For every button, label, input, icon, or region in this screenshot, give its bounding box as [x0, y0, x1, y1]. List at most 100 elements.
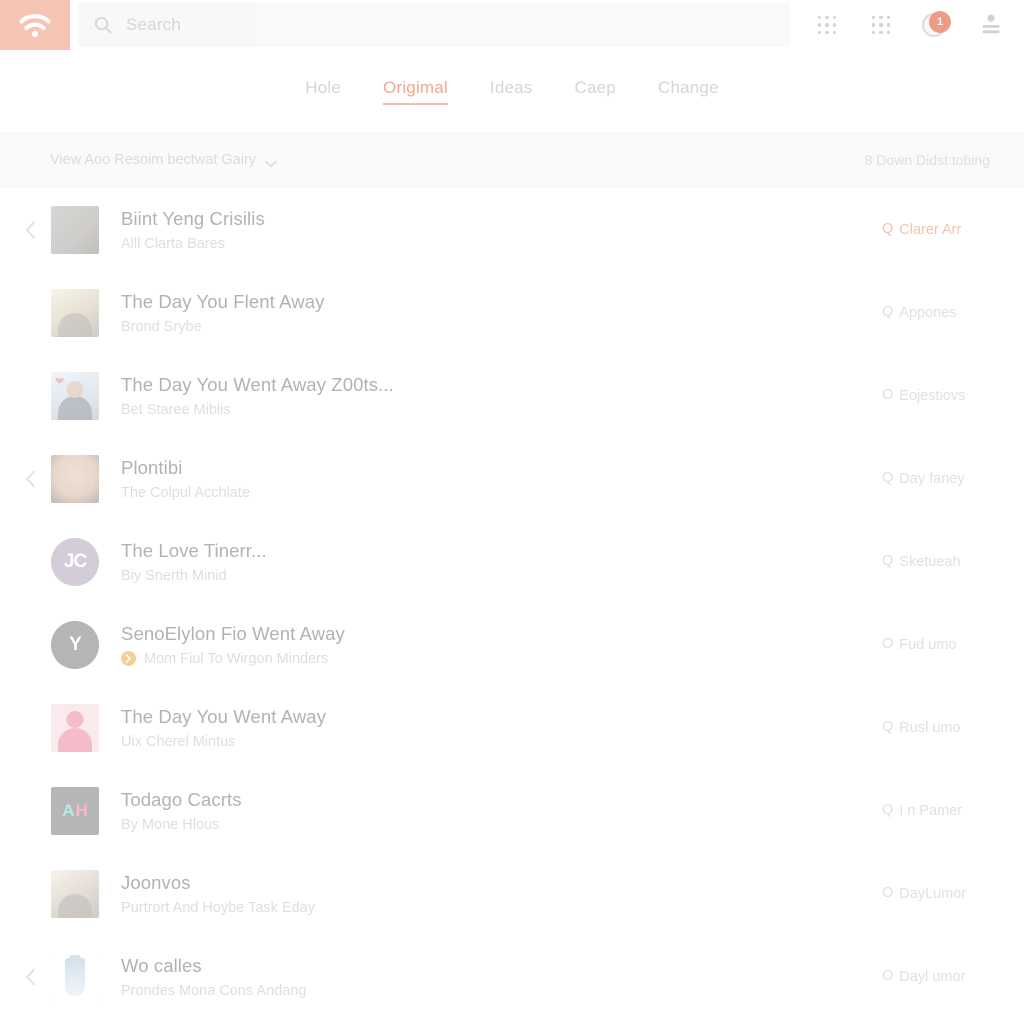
item-meta: Plontibi The Colpul Acchlate [121, 456, 862, 500]
apps-grid-icon[interactable] [814, 12, 840, 38]
item-title: SenoElylon Fio Went Away [121, 623, 345, 645]
app-root: Search 1 Hole Origimal Ideas Caep Change… [0, 0, 1024, 1024]
list-item[interactable]: Wo calles Prondes Mona Cons Andang O Dayl u… [0, 935, 1024, 1018]
search-glyph-icon: O [882, 387, 894, 404]
item-thumbnail[interactable] [51, 952, 99, 1001]
item-title: The Love Tinerr... [121, 540, 267, 562]
list-item[interactable]: Y SenoElylon Fio Went Away Mom Fiul To Wir… [0, 603, 1024, 686]
item-subtitle: Uix Cherel Mintus [121, 733, 236, 750]
item-action[interactable]: Q Sketueah [882, 554, 992, 570]
item-action[interactable]: O Dayl umor [882, 969, 992, 985]
tab-change[interactable]: Change [658, 78, 719, 105]
item-meta: Wo calles Prondes Mona Cons Andang [121, 954, 862, 998]
list-item[interactable]: JC The Love Tinerr... Biy Snerth Minid Q Ske… [0, 520, 1024, 603]
list-item[interactable]: The Day You Went Away Uix Cherel Mintus Q R… [0, 686, 1024, 769]
search-input[interactable]: Search [126, 15, 181, 35]
list-item[interactable]: Joonvos Purtrort And Hoybe Task Eday O DayL… [0, 852, 1024, 935]
silhouette-head [66, 710, 84, 728]
item-action-label: DayLumor [899, 885, 967, 902]
item-subline: Alll Clarta Bares [121, 236, 862, 252]
item-action-label: I n Pamer [899, 802, 963, 819]
item-thumbnail[interactable]: AH [51, 786, 99, 835]
item-action-label: Dayl umor [899, 968, 966, 985]
thumbnail-bg [51, 454, 99, 503]
search-glyph-icon: Q [882, 553, 894, 570]
search-glyph-icon: Q [882, 304, 894, 321]
item-meta: Joonvos Purtrort And Hoybe Task Eday [121, 871, 862, 915]
item-thumbnail[interactable] [51, 454, 99, 503]
list-item[interactable]: The Day You Flent Away Brond Srybe Q Appone… [0, 271, 1024, 354]
item-action[interactable]: O Fud umo [882, 637, 992, 653]
tab-ideas[interactable]: Ideas [490, 78, 533, 105]
item-title: The Day You Went Away Z00ts... [121, 374, 394, 396]
list-item[interactable]: ❤ The Day You Went Away Z00ts... Bet Stare… [0, 354, 1024, 437]
top-bar-actions: 1 [814, 11, 1024, 39]
item-subline: Biy Snerth Minid [121, 568, 862, 584]
bottle-shape [65, 957, 85, 996]
tab-origimal[interactable]: Origimal [383, 78, 448, 105]
search-glyph-icon: Q [882, 221, 894, 238]
item-subline: Uix Cherel Mintus [121, 734, 862, 750]
item-meta: Biint Yeng Crisilis Alll Clarta Bares [121, 207, 862, 251]
chevron-right-badge-icon [121, 651, 136, 667]
item-thumbnail[interactable]: ❤ [51, 371, 99, 420]
search-glyph-icon: Q [882, 719, 894, 736]
item-thumbnail[interactable]: JC [51, 537, 99, 586]
item-title: Todago Cacrts [121, 789, 242, 811]
app-logo[interactable] [0, 0, 70, 50]
filter-bar: View Aoo Resoim bectwat Gairy 8 Down Did… [0, 132, 1024, 188]
item-subtitle: Brond Srybe [121, 318, 202, 335]
filter-dropdown[interactable]: View Aoo Resoim bectwat Gairy [50, 152, 277, 168]
person-icon[interactable] [978, 12, 1004, 38]
item-title: The Day You Went Away [121, 706, 327, 728]
list-item[interactable]: A H Todago Cacrts By Mone Hlous Q I n Pamer [0, 769, 1024, 852]
tab-hole[interactable]: Hole [305, 78, 341, 105]
search-glyph-icon: O [882, 885, 894, 902]
item-title: Plontibi [121, 457, 183, 479]
search-bar[interactable]: Search [78, 3, 790, 47]
item-thumbnail[interactable] [51, 869, 99, 918]
list-item[interactable]: Biint Yeng Crisilis Alll Clarta Bares Q Cla… [0, 188, 1024, 271]
avatar-initials: Y [69, 633, 82, 655]
notification-count: 1 [929, 11, 951, 33]
item-thumbnail[interactable] [51, 288, 99, 337]
chevron-left-icon[interactable] [22, 221, 38, 239]
item-action[interactable]: O Eojestiovs [882, 388, 992, 404]
item-thumbnail[interactable] [51, 703, 99, 752]
wifi-icon [18, 12, 52, 38]
item-meta: The Day You Flent Away Brond Srybe [121, 290, 862, 334]
item-subline: Bet Staree Miblis [121, 402, 862, 418]
item-subline: By Mone Hlous [121, 817, 862, 833]
item-action-label: Day faney [899, 470, 965, 487]
item-action[interactable]: O DayLumor [882, 886, 992, 902]
item-subline: Purtrort And Hoybe Task Eday [121, 900, 862, 916]
item-action[interactable]: Q Appones [882, 305, 992, 321]
item-subline: Prondes Mona Cons Andang [121, 983, 862, 999]
search-icon [94, 16, 112, 34]
item-subtitle: The Colpul Acchlate [121, 484, 250, 501]
item-thumbnail[interactable]: Y [51, 620, 99, 669]
nav-tabs: Hole Origimal Ideas Caep Change [0, 50, 1024, 132]
chevron-left-icon[interactable] [22, 470, 38, 488]
heart-icon: ❤ [55, 375, 65, 388]
item-subline: Mom Fiul To Wirgon Minders [121, 651, 862, 667]
item-thumbnail[interactable] [51, 205, 99, 254]
chevron-down-icon [265, 156, 277, 168]
chevron-left-icon[interactable] [22, 968, 38, 986]
notification-badge-icon[interactable]: 1 [922, 11, 951, 39]
item-subtitle: By Mone Hlous [121, 816, 220, 833]
tab-caep[interactable]: Caep [575, 78, 616, 105]
apps-grid-dots [817, 15, 837, 35]
item-meta: The Love Tinerr... Biy Snerth Minid [121, 539, 862, 583]
list-item[interactable]: Plontibi The Colpul Acchlate Q Day faney [0, 437, 1024, 520]
thumbnail-letters: AH [62, 800, 88, 820]
item-action-label: Eojestiovs [899, 387, 966, 404]
item-subtitle: Bet Staree Miblis [121, 401, 231, 418]
item-action[interactable]: Q Day faney [882, 471, 992, 487]
item-action[interactable]: Q Rusl umo [882, 720, 992, 736]
item-action[interactable]: Q Clarer Arr [882, 222, 992, 238]
item-action[interactable]: Q I n Pamer [882, 803, 992, 819]
apps-grid-squares-icon[interactable] [868, 12, 894, 38]
item-subline: Brond Srybe [121, 319, 862, 335]
avatar-initials: JC [63, 550, 87, 572]
